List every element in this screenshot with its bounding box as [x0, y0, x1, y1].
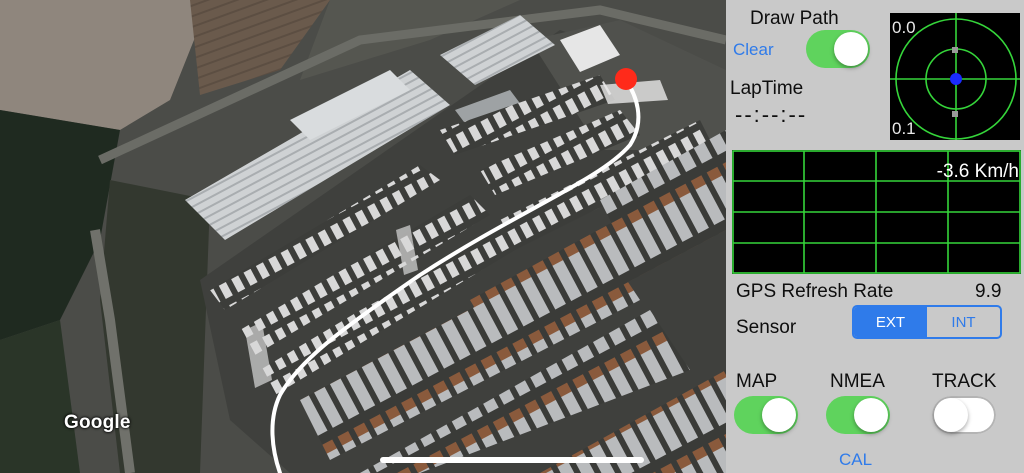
sensor-option-int[interactable]: INT	[927, 307, 1000, 337]
position-marker	[615, 68, 637, 90]
radar-bottom-label: 0.1	[892, 119, 916, 138]
laptime-value: --:--:--	[735, 102, 808, 127]
g-force-dot	[950, 73, 962, 85]
nmea-label: NMEA	[830, 371, 885, 392]
nmea-switch[interactable]	[826, 396, 890, 434]
google-attribution: Google	[64, 412, 131, 433]
gps-refresh-label: GPS Refresh Rate	[736, 281, 894, 302]
switch-knob	[834, 32, 868, 66]
sensor-label: Sensor	[736, 317, 797, 338]
draw-path-label: Draw Path	[750, 8, 839, 29]
draw-path-switch[interactable]	[806, 30, 870, 68]
clear-button[interactable]: Clear	[733, 40, 774, 60]
map-imagery	[0, 0, 726, 473]
sensor-option-ext[interactable]: EXT	[854, 307, 927, 337]
map-switch[interactable]	[734, 396, 798, 434]
laptime-label: LapTime	[730, 78, 804, 99]
radar-top-label: 0.0	[892, 18, 916, 37]
cal-button[interactable]: CAL	[839, 450, 872, 470]
map-label: MAP	[736, 371, 778, 392]
switch-knob	[762, 398, 796, 432]
track-label: TRACK	[932, 371, 997, 392]
track-switch[interactable]	[932, 396, 996, 434]
switch-knob	[934, 398, 968, 432]
speed-readout: -3.6 Km/h	[936, 161, 1019, 182]
sensor-segmented-control: EXT INT	[852, 305, 1002, 339]
home-indicator[interactable]	[380, 457, 644, 463]
gps-refresh-value: 9.9	[975, 281, 1002, 302]
switch-knob	[854, 398, 888, 432]
satellite-map[interactable]: Google	[0, 0, 726, 473]
